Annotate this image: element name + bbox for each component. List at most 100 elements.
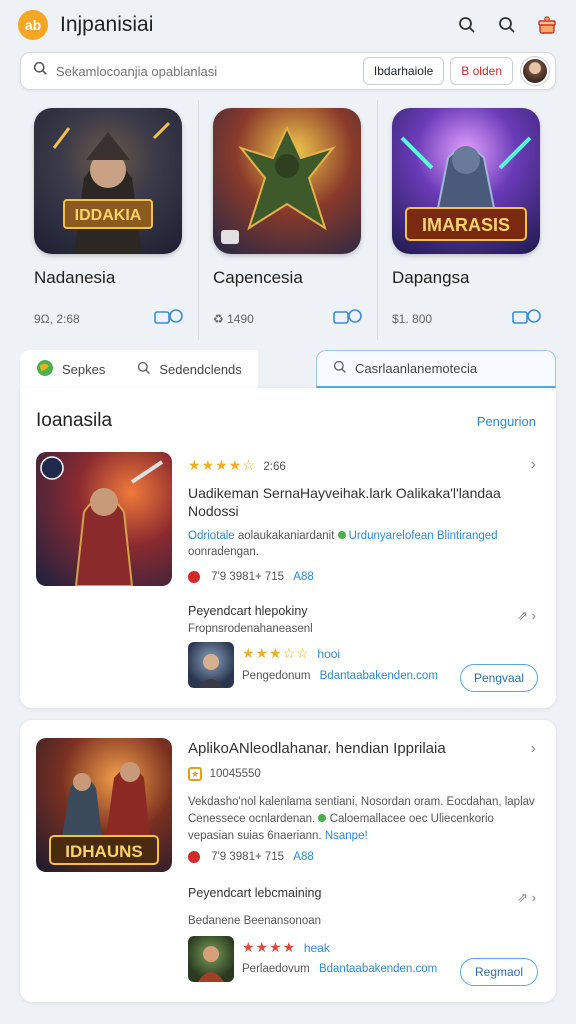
app-stat-link[interactable]: A88 (293, 851, 313, 863)
see-more-link[interactable]: Pengurion (477, 414, 536, 429)
description-text: Cenessece ocnlardenan. (188, 813, 316, 825)
thumbnail-title: IMARASIS (422, 215, 510, 235)
tab-label: Casrlaanlanemotecia (355, 361, 478, 376)
install-button[interactable]: Regmaol (460, 958, 538, 986)
tab-sepkes[interactable]: Sepkes (20, 350, 122, 388)
description-text: aolaukakaniardanit (234, 530, 338, 542)
search-bar: Ibdarhaiole B olden (20, 52, 556, 90)
related-title: Peyendcart lebcmaining (188, 886, 322, 900)
description-text: Vekdasho'nol kalenlama sentiani, Nosorda… (188, 796, 535, 808)
section-title: Ioanasila (36, 410, 113, 431)
app-logo[interactable]: ab (18, 10, 48, 40)
search-icon (137, 361, 151, 378)
install-button[interactable]: Pengvaal (460, 664, 538, 692)
app-description: Vekdasho'nol kalenlama sentiani, Nosorda… (188, 794, 538, 845)
gold-button[interactable]: B olden (450, 57, 513, 85)
related-description: Bedanene Beenansonoan (188, 915, 322, 927)
search-icon[interactable] (456, 14, 478, 36)
tab-label: Sepkes (62, 361, 106, 377)
tab-label: Sedendclends (159, 361, 242, 377)
related-thumbnail[interactable] (188, 642, 234, 688)
chevron-right-icon[interactable]: › (531, 456, 536, 474)
developer-row: Perlaedovum Bdantaabakenden.com (242, 960, 437, 978)
app-name: Dapangsa (392, 268, 470, 287)
game-thumbnail[interactable] (36, 452, 172, 586)
featured-card[interactable]: Capencesia ♻ 1490 (198, 100, 377, 340)
related-description: Fropnsrodenahaneasenl (188, 623, 313, 635)
related-rating: ★★★☆☆ hooi (242, 644, 340, 663)
status-dot (318, 814, 327, 822)
app-description: Odriotale aolaukakaniardanit Urdunyarelo… (188, 528, 528, 560)
rating-label: heak (303, 941, 330, 955)
share-icon[interactable]: ⇗ › (517, 890, 536, 906)
search-icon (33, 61, 48, 81)
tab-sedendclends[interactable]: Sedendclends (121, 350, 258, 388)
filter-button[interactable]: Ibdarhaiole (362, 57, 445, 85)
app-meta: $1. 800 (392, 308, 542, 329)
app-title[interactable]: Uadikeman SernaHayveihak.lark Oalikaka'l… (188, 484, 508, 520)
related-rating: ★★★★ heak (242, 938, 330, 957)
shield-icon (188, 570, 200, 583)
featured-apps: IDDAKIA Nadanesia 9Ω, 2:68 Capencesia ♻ … (20, 100, 556, 340)
badge-row: ★ 10045550 (188, 764, 261, 783)
app-stats: ♻ 1490 (213, 311, 254, 326)
tab-casrlaanlanemotecia[interactable]: Casrlaanlanemotecia (316, 350, 556, 388)
description-link[interactable]: Urdunyarelofean Blintiranged (349, 530, 498, 542)
globe-icon (36, 359, 54, 380)
featured-card[interactable]: IMARASIS Dapangsa $1. 800 (377, 100, 556, 340)
thumbnail-title: IDHAUNS (65, 842, 142, 861)
game-thumbnail[interactable] (213, 108, 361, 254)
related-title: Peyendcart hlepokiny (188, 604, 308, 618)
tab-bar: Sepkes Sedendclends Casrlaanlanemotecia (20, 350, 556, 388)
app-stats: 7'9 3981+ 715 (211, 571, 285, 583)
game-thumbnail[interactable]: IDHAUNS (36, 738, 172, 872)
app-stats: 7'9 3981+ 715 (211, 851, 285, 863)
related-thumbnail[interactable] (188, 936, 234, 982)
star-badge-icon: ★ (188, 766, 202, 781)
developer-label: Pengedonum (242, 670, 311, 682)
rating-label: hooi (317, 647, 341, 661)
game-thumbnail[interactable]: IDDAKIA (34, 108, 182, 254)
chat-icon[interactable] (333, 308, 363, 329)
developer-link[interactable]: Bdantaabakenden.com (320, 670, 438, 682)
description-link[interactable]: Nsanpe! (325, 830, 368, 842)
app-stats: 9Ω, 2:68 (34, 311, 80, 326)
app-meta: 9Ω, 2:68 (34, 308, 184, 329)
chat-icon[interactable] (154, 308, 184, 329)
app-name: Nadanesia (34, 268, 116, 287)
rating-stars: ★★★★☆ (188, 457, 256, 473)
rating-row: ★★★★☆ 2:66 (188, 456, 286, 476)
app-stats: $1. 800 (392, 311, 433, 326)
developer-row: Pengedonum Bdantaabakenden.com (242, 667, 438, 685)
description-link[interactable]: Odriotale (188, 530, 235, 542)
developer-label: Perlaedovum (242, 963, 310, 975)
app-meta: ♻ 1490 (213, 308, 363, 329)
badge-value: 10045550 (209, 768, 261, 780)
chat-icon[interactable] (512, 308, 542, 329)
rating-count: 2:66 (263, 461, 286, 473)
search-icon (333, 360, 347, 377)
app-stats-row: 7'9 3981+ 715 A88 (188, 848, 314, 866)
description-text: oonradengan. (188, 546, 259, 558)
app-title: Injpanisiai (60, 13, 154, 36)
app-stat-link[interactable]: A88 (293, 571, 313, 583)
search-icon[interactable] (496, 14, 518, 36)
top-bar: ab Injpanisiai (0, 0, 576, 50)
shield-icon (188, 850, 200, 863)
app-title[interactable]: AplikoANleodlahanar. hendian Ipprilaia (188, 740, 518, 758)
share-icon[interactable]: ⇗ › (517, 608, 536, 624)
gift-icon[interactable] (536, 14, 558, 36)
description-text: Caloemallacee oec Uliecenkorio (329, 813, 494, 825)
avatar[interactable] (521, 57, 549, 85)
app-card: IDHAUNS AplikoANleodlahanar. hendian Ipp… (20, 720, 556, 1002)
game-thumbnail[interactable]: IMARASIS (392, 108, 540, 254)
status-dot (337, 531, 346, 539)
app-list-panel: Ioanasila Pengurion ★★★★☆ 2:66 › Uadikem… (20, 388, 556, 708)
top-actions (456, 14, 558, 36)
chevron-right-icon[interactable]: › (531, 740, 536, 758)
developer-link[interactable]: Bdantaabakenden.com (319, 963, 437, 975)
app-stats-row: 7'9 3981+ 715 A88 (188, 568, 314, 586)
featured-card[interactable]: IDDAKIA Nadanesia 9Ω, 2:68 (20, 100, 198, 340)
search-input[interactable] (56, 63, 357, 79)
thumbnail-title: IDDAKIA (75, 207, 142, 224)
